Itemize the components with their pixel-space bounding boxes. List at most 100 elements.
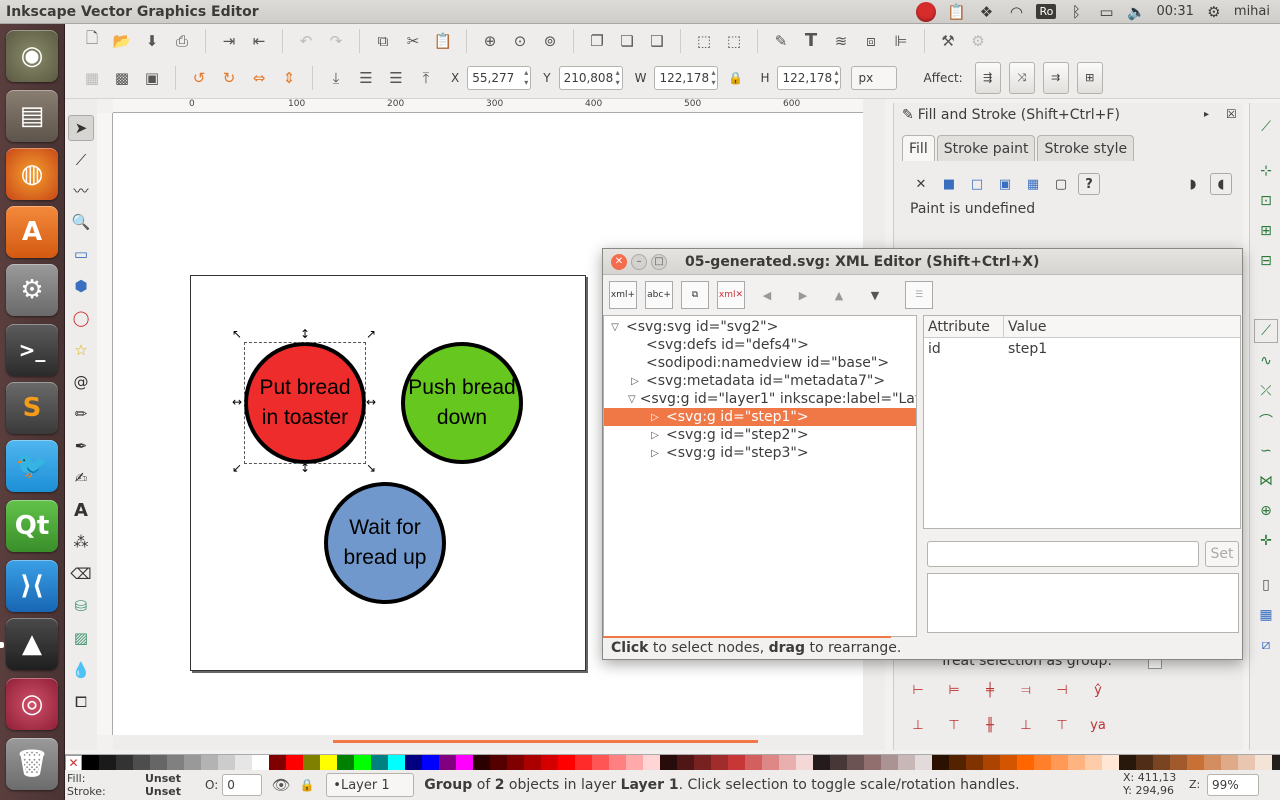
current-layer-select[interactable]: •Layer 1 bbox=[326, 773, 415, 797]
calligraphy-tool-icon[interactable]: ✍ bbox=[68, 465, 94, 491]
scale-handle-n[interactable]: ↕ bbox=[299, 328, 311, 340]
palette-swatch[interactable] bbox=[439, 755, 456, 771]
dock-close-icon[interactable]: ☒ bbox=[1226, 107, 1237, 121]
document-properties-icon[interactable]: ⚒ bbox=[935, 28, 961, 54]
snap-rotation-centers-icon[interactable]: ✛ bbox=[1254, 529, 1278, 553]
palette-swatch[interactable] bbox=[201, 755, 218, 771]
attribute-row[interactable]: id step1 bbox=[924, 338, 1240, 360]
zoom-page-icon[interactable]: ⊚ bbox=[537, 28, 563, 54]
no-color-swatch[interactable]: ✕ bbox=[65, 755, 82, 771]
raise-icon[interactable]: ☰ bbox=[383, 65, 409, 91]
redo-icon[interactable]: ↷ bbox=[323, 28, 349, 54]
palette-swatch[interactable] bbox=[1068, 755, 1085, 771]
snap-bbox-edge-icon[interactable]: ⊡ bbox=[1254, 189, 1278, 213]
select-all-layers-icon[interactable]: ▩ bbox=[109, 65, 135, 91]
palette-swatch[interactable] bbox=[1000, 755, 1017, 771]
ubuntu-dash-icon[interactable]: ◉ bbox=[6, 30, 58, 82]
palette-swatch[interactable] bbox=[932, 755, 949, 771]
layers-icon[interactable]: ≋ bbox=[828, 28, 854, 54]
snap-cusp-nodes-icon[interactable]: ⌒ bbox=[1254, 409, 1278, 433]
snap-midpoints-icon[interactable]: ⋈ bbox=[1254, 469, 1278, 493]
palette-swatch[interactable] bbox=[1204, 755, 1221, 771]
palette-swatch[interactable] bbox=[1255, 755, 1272, 771]
swatch-icon[interactable]: ▢ bbox=[1050, 173, 1072, 195]
tab-fill[interactable]: Fill bbox=[902, 135, 935, 161]
fill-stroke-icon[interactable]: ✎ bbox=[768, 28, 794, 54]
align-bottom-icon[interactable]: ⊥ bbox=[1014, 713, 1038, 737]
xml-tree-node[interactable]: ▷ <svg:g id="step3"> bbox=[604, 444, 916, 462]
firefox-icon[interactable]: ◍ bbox=[6, 148, 58, 200]
layer-visibility-icon[interactable]: 👁 bbox=[268, 772, 294, 798]
lock-icon[interactable]: 🔒 bbox=[722, 65, 748, 91]
wifi-icon[interactable]: ◠ bbox=[1006, 3, 1026, 21]
attribute-name-input[interactable] bbox=[927, 541, 1199, 567]
palette-swatch[interactable] bbox=[405, 755, 422, 771]
stroke-value[interactable]: Unset bbox=[135, 785, 191, 798]
spray-tool-icon[interactable]: ⁂ bbox=[68, 529, 94, 555]
palette-swatch[interactable] bbox=[456, 755, 473, 771]
settings-gear-icon[interactable]: ⚙ bbox=[1204, 3, 1224, 21]
xml-tree-node[interactable]: ▷ <svg:g id="step1"> bbox=[604, 408, 916, 426]
palette-swatch[interactable] bbox=[711, 755, 728, 771]
palette-swatch[interactable] bbox=[184, 755, 201, 771]
xml-editor-icon[interactable]: ⧈ bbox=[858, 28, 884, 54]
new-document-icon[interactable]: 🗋 bbox=[79, 28, 105, 54]
battery-icon[interactable]: ▭ bbox=[1096, 3, 1116, 21]
palette-swatch[interactable] bbox=[745, 755, 762, 771]
tweak-tool-icon[interactable]: 〰 bbox=[68, 177, 94, 203]
minimize-window-icon[interactable]: – bbox=[631, 253, 647, 270]
keyboard-layout-icon[interactable]: Ro bbox=[1036, 3, 1057, 21]
zoom-tool-icon[interactable]: 🔍 bbox=[68, 209, 94, 235]
scale-handle-se[interactable]: ↘ bbox=[365, 462, 377, 474]
snap-guides-icon[interactable]: ⧄ bbox=[1254, 633, 1278, 657]
palette-swatch[interactable] bbox=[354, 755, 371, 771]
palette-swatch[interactable] bbox=[490, 755, 507, 771]
align-left-icon[interactable]: ⊢ bbox=[906, 678, 930, 702]
new-element-node-icon[interactable]: xml+ bbox=[609, 281, 637, 309]
import-icon[interactable]: ⇥ bbox=[216, 28, 242, 54]
raise-top-icon[interactable]: ⤒ bbox=[413, 65, 439, 91]
palette-swatch[interactable] bbox=[1187, 755, 1204, 771]
files-icon[interactable]: ▤ bbox=[6, 90, 58, 142]
center-horizontal-axis-icon[interactable]: ╫ bbox=[978, 713, 1002, 737]
vscode-icon[interactable]: ⟩⟨ bbox=[6, 560, 58, 612]
attribute-column-header[interactable]: Attribute bbox=[924, 316, 1004, 337]
zoom-selection-icon[interactable]: ⊕ bbox=[477, 28, 503, 54]
palette-swatch[interactable] bbox=[422, 755, 439, 771]
software-center-icon[interactable]: A bbox=[6, 206, 58, 258]
snap-grids-icon[interactable]: ▦ bbox=[1254, 603, 1278, 627]
scale-handle-ne[interactable]: ↗ bbox=[365, 328, 377, 340]
text-font-icon[interactable]: T bbox=[798, 28, 824, 54]
scale-handle-w[interactable]: ↔ bbox=[231, 396, 243, 408]
ungroup-icon[interactable]: ⬚ bbox=[721, 28, 747, 54]
selector-tool-icon[interactable]: ➤ bbox=[68, 115, 94, 141]
snap-page-border-icon[interactable]: ▯ bbox=[1254, 573, 1278, 597]
collapsed-triangle-icon[interactable]: ▷ bbox=[628, 376, 642, 387]
horizontal-scrollbar[interactable] bbox=[113, 735, 863, 750]
expanded-triangle-icon[interactable]: ▽ bbox=[628, 394, 636, 405]
palette-swatch[interactable] bbox=[728, 755, 745, 771]
tab-stroke-paint[interactable]: Stroke paint bbox=[936, 135, 1036, 161]
pencil-tool-icon[interactable]: ✏ bbox=[68, 401, 94, 427]
align-right-anchor-icon[interactable]: ⫤ bbox=[1014, 678, 1038, 702]
xml-node-tree[interactable]: ▽ <svg:svg id="svg2"> <svg:defs id="defs4"… bbox=[603, 315, 917, 637]
palette-swatch[interactable] bbox=[609, 755, 626, 771]
text-tool-icon[interactable]: A bbox=[68, 497, 94, 523]
expanded-triangle-icon[interactable]: ▽ bbox=[608, 322, 622, 333]
flat-color-icon[interactable]: ■ bbox=[938, 173, 960, 195]
palette-swatch[interactable] bbox=[133, 755, 150, 771]
palette-swatch[interactable] bbox=[1051, 755, 1068, 771]
clock[interactable]: 00:31 bbox=[1156, 4, 1193, 19]
palette-swatch[interactable] bbox=[235, 755, 252, 771]
unlink-clone-icon[interactable]: ❏ bbox=[614, 28, 640, 54]
palette-swatch[interactable] bbox=[99, 755, 116, 771]
select-all-icon[interactable]: ▦ bbox=[79, 65, 105, 91]
rectangle-tool-icon[interactable]: ▭ bbox=[68, 241, 94, 267]
palette-swatch[interactable] bbox=[558, 755, 575, 771]
palette-swatch[interactable] bbox=[830, 755, 847, 771]
flip-vertical-icon[interactable]: ⇕ bbox=[276, 65, 302, 91]
align-text-baseline-icon[interactable]: ya bbox=[1086, 713, 1110, 737]
twitter-icon[interactable]: 🐦 bbox=[6, 440, 58, 492]
palette-swatch[interactable] bbox=[660, 755, 677, 771]
flow-node-step3[interactable]: Wait for bread up bbox=[324, 482, 446, 604]
